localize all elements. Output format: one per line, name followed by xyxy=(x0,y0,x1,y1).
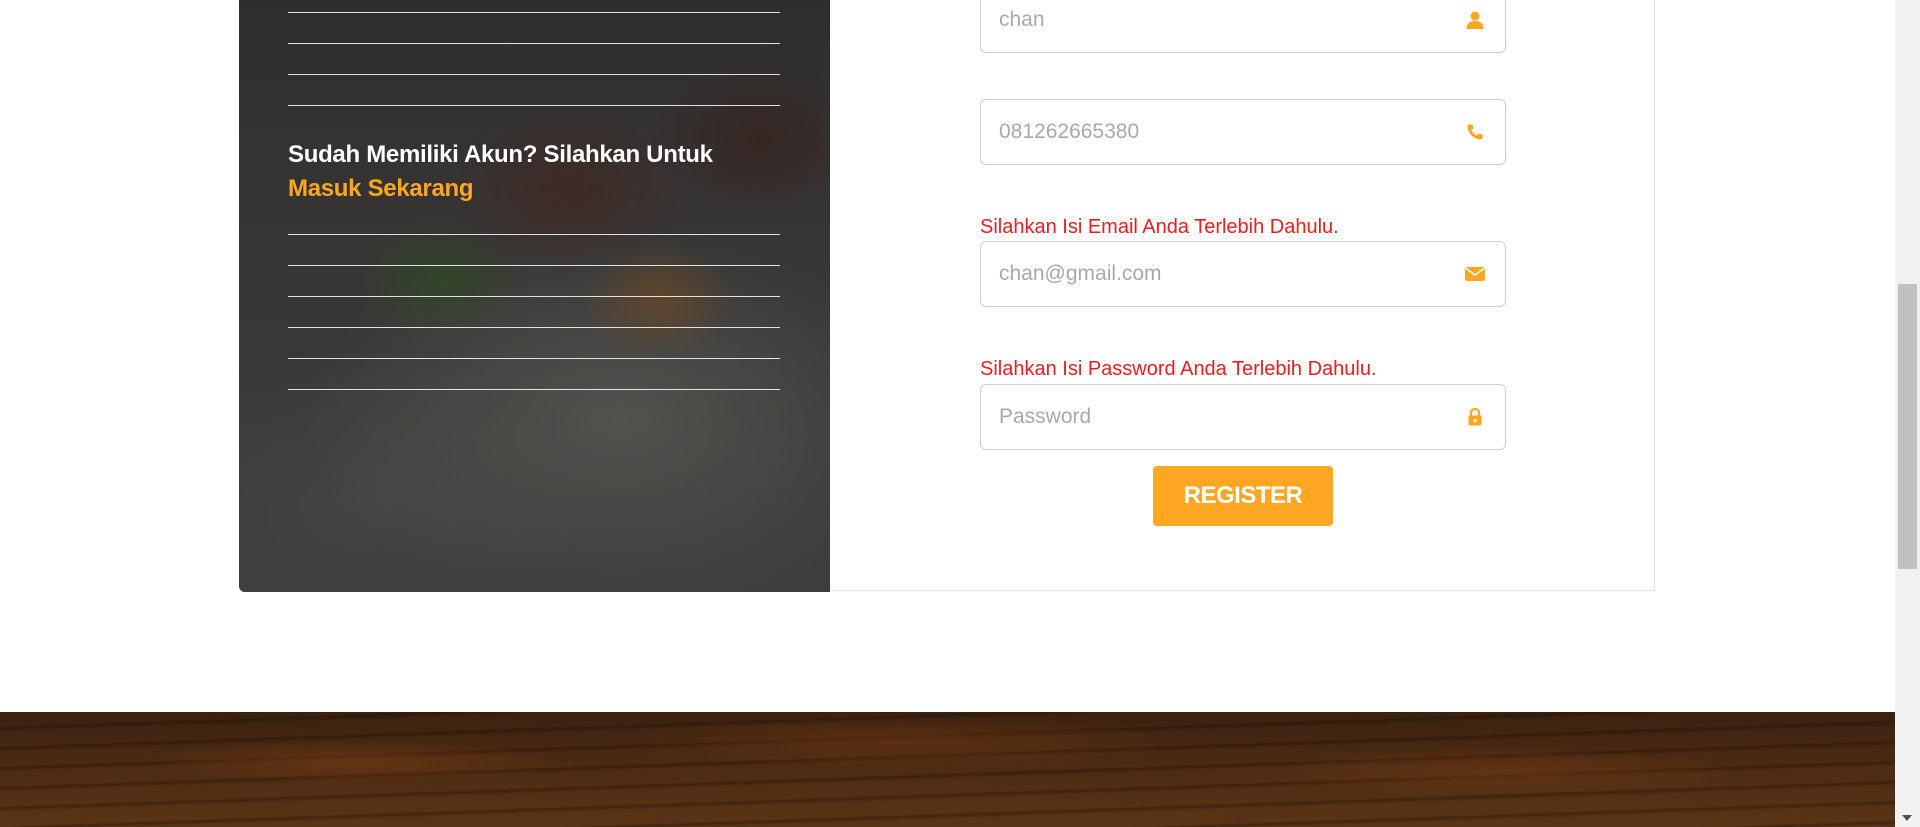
footer-background xyxy=(0,712,1895,827)
register-page: Sudah Memiliki Akun? Silahkan Untuk Masu… xyxy=(0,0,1920,827)
divider xyxy=(288,234,780,235)
decorative-lines-bottom xyxy=(288,234,780,420)
divider xyxy=(288,105,780,106)
login-link[interactable]: Masuk Sekarang xyxy=(288,175,474,202)
scroll-down-arrow-icon[interactable] xyxy=(1902,815,1912,821)
food-image-panel: Sudah Memiliki Akun? Silahkan Untuk Masu… xyxy=(239,0,830,592)
divider xyxy=(288,74,780,75)
password-error-message: Silahkan Isi Password Anda Terlebih Dahu… xyxy=(980,358,1377,380)
password-field[interactable] xyxy=(980,384,1506,450)
user-icon xyxy=(1463,8,1487,32)
name-input[interactable] xyxy=(999,0,1439,52)
divider xyxy=(288,389,780,390)
phone-field[interactable] xyxy=(980,99,1506,165)
divider xyxy=(288,358,780,359)
email-field[interactable] xyxy=(980,241,1506,307)
phone-input[interactable] xyxy=(999,100,1439,164)
scrollbar-thumb[interactable] xyxy=(1898,284,1917,569)
login-prompt: Sudah Memiliki Akun? Silahkan Untuk Masu… xyxy=(288,138,780,206)
lock-icon xyxy=(1463,405,1487,429)
email-input[interactable] xyxy=(999,242,1439,306)
phone-icon xyxy=(1463,120,1487,144)
divider xyxy=(288,43,780,44)
decorative-lines-top xyxy=(288,12,780,136)
envelope-icon xyxy=(1463,262,1487,286)
divider xyxy=(288,12,780,13)
login-prompt-text: Sudah Memiliki Akun? Silahkan Untuk xyxy=(288,141,713,168)
divider xyxy=(288,296,780,297)
name-field[interactable] xyxy=(980,0,1506,53)
password-input[interactable] xyxy=(999,385,1439,449)
page-scrollbar[interactable] xyxy=(1895,0,1920,827)
divider xyxy=(288,327,780,328)
register-button[interactable]: REGISTER xyxy=(1153,466,1333,526)
divider xyxy=(288,265,780,266)
email-error-message: Silahkan Isi Email Anda Terlebih Dahulu. xyxy=(980,216,1339,238)
